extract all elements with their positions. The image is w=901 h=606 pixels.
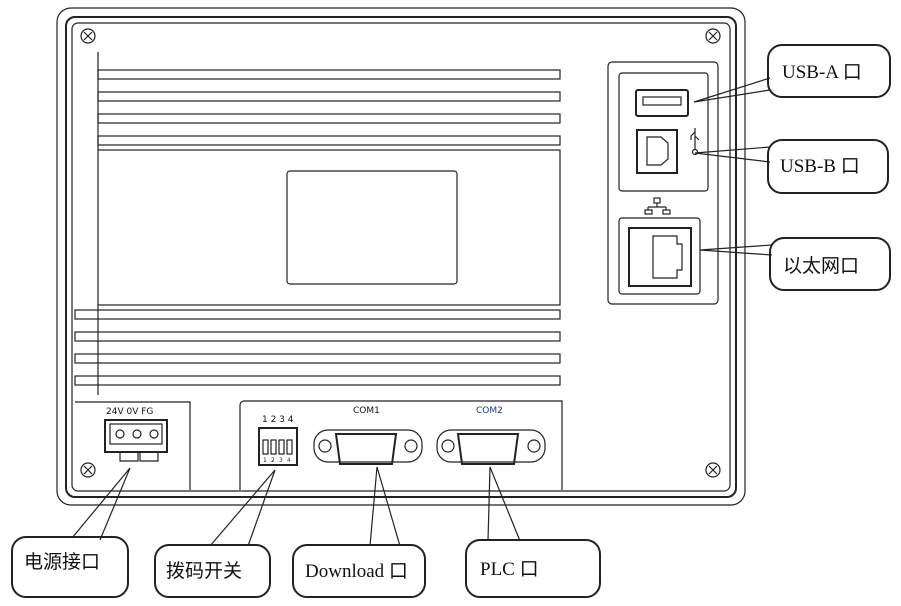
hmi-rear-panel-diagram: 24V 0V FG 1 2 3 4 1 2 3 4 COM1 COM2 USB-… [11, 7, 891, 598]
callout-usb-a: USB-A 口 [693, 44, 891, 103]
svg-text:USB-B 口: USB-B 口 [780, 156, 860, 177]
screw-icon [80, 28, 96, 44]
svg-text:以太网口: 以太网口 [783, 255, 859, 277]
com2-port [436, 429, 546, 465]
callout-plc: PLC 口 [465, 466, 601, 598]
svg-text:1: 1 [263, 457, 267, 464]
svg-text:4: 4 [287, 457, 291, 464]
screw-icon [705, 28, 721, 44]
dip-switch: 1 2 3 4 [258, 427, 298, 466]
screw-icon [80, 462, 96, 478]
com1-port [313, 429, 423, 465]
svg-text:拨码开关: 拨码开关 [166, 560, 242, 582]
usb-icon [690, 128, 700, 156]
dip-number-label: 1 2 3 4 [262, 415, 294, 425]
com2-label: COM2 [476, 406, 503, 416]
port-panel [607, 61, 719, 305]
svg-text:Download 口: Download 口 [305, 561, 408, 582]
svg-text:3: 3 [279, 457, 283, 464]
svg-text:2: 2 [271, 457, 275, 464]
svg-text:电源接口: 电源接口 [24, 551, 100, 573]
usb-a-port [635, 89, 689, 117]
network-icon [644, 197, 671, 215]
callout-power: 电源接口 [11, 467, 131, 598]
label-area [286, 170, 458, 285]
callout-usb-b: USB-B 口 [694, 139, 889, 194]
svg-text:USB-A 口: USB-A 口 [782, 62, 862, 83]
callout-download: Download 口 [292, 466, 426, 598]
com1-label: COM1 [353, 406, 380, 416]
svg-text:PLC 口: PLC 口 [480, 559, 539, 580]
vent-slots [74, 52, 561, 395]
callout-dip-switch: 拨码开关 [154, 469, 276, 598]
power-terminal-block [104, 419, 168, 462]
callout-ethernet: 以太网口 [699, 237, 891, 291]
power-terminal-label: 24V 0V FG [106, 407, 153, 417]
screw-icon [705, 462, 721, 478]
